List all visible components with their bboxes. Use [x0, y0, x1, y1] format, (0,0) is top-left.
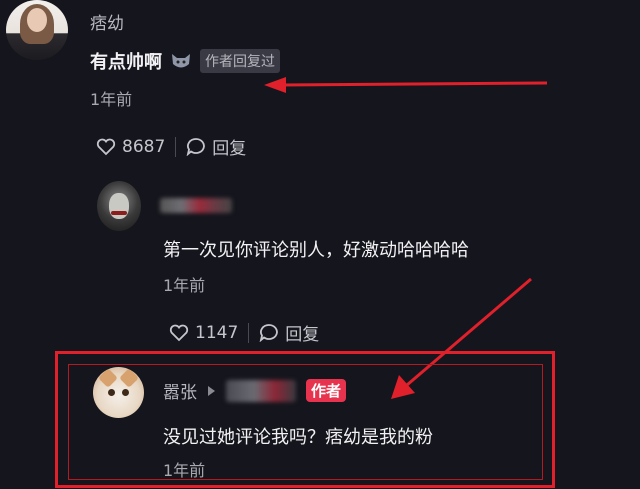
- like-button[interactable]: 8687: [96, 137, 165, 157]
- avatar-mouth: [111, 211, 127, 215]
- comment-content-row: 有点帅啊 作者回复过: [90, 48, 280, 74]
- user-avatar-cat[interactable]: [93, 367, 144, 418]
- blurred-username: [160, 198, 232, 213]
- reply-label: 回复: [285, 325, 320, 345]
- comment-time: 1年前: [90, 90, 133, 109]
- action-divider: [248, 322, 250, 343]
- like-count: 1147: [195, 322, 239, 343]
- comment-text: 有点帅啊: [90, 52, 162, 73]
- cat-emoji-icon: [170, 51, 192, 71]
- action-divider: [175, 136, 177, 157]
- user-avatar-joker[interactable]: [97, 181, 141, 231]
- reply-button[interactable]: 回复: [259, 320, 319, 345]
- comment-bubble-icon: [259, 323, 279, 342]
- avatar-eye: [108, 389, 115, 396]
- reply-label: 回复: [212, 139, 247, 159]
- reply-time: 1年前: [163, 276, 206, 295]
- annotation-arrow: [264, 77, 548, 93]
- author-badge: 作者: [306, 379, 347, 402]
- reply-header-row: 嚣张 作者: [163, 378, 347, 403]
- reply-text: 第一次见你评论别人，好激动哈哈哈哈: [163, 240, 469, 261]
- heart-icon: [96, 138, 116, 156]
- comment-actions: 8687 回复: [96, 134, 246, 159]
- play-triangle-icon: [207, 385, 216, 397]
- heart-icon: [169, 324, 189, 342]
- blurred-username: [226, 379, 296, 402]
- avatar-eye: [122, 389, 129, 396]
- avatar-face: [109, 193, 129, 219]
- like-count: 8687: [122, 136, 166, 157]
- reply-text: 没见过她评论我吗？痞幼是我的粉: [163, 427, 433, 448]
- avatar-face: [27, 8, 47, 32]
- reply-button[interactable]: 回复: [186, 134, 246, 159]
- user-avatar-pi-you[interactable]: [6, 0, 68, 60]
- reply-actions: 1147 回复: [169, 320, 319, 345]
- like-button[interactable]: 1147: [169, 323, 238, 343]
- reply-time: 1年前: [163, 461, 206, 480]
- comment-bubble-icon: [186, 137, 206, 156]
- comment-username[interactable]: 痞幼: [90, 9, 124, 34]
- reply-username[interactable]: 嚣张: [163, 378, 197, 403]
